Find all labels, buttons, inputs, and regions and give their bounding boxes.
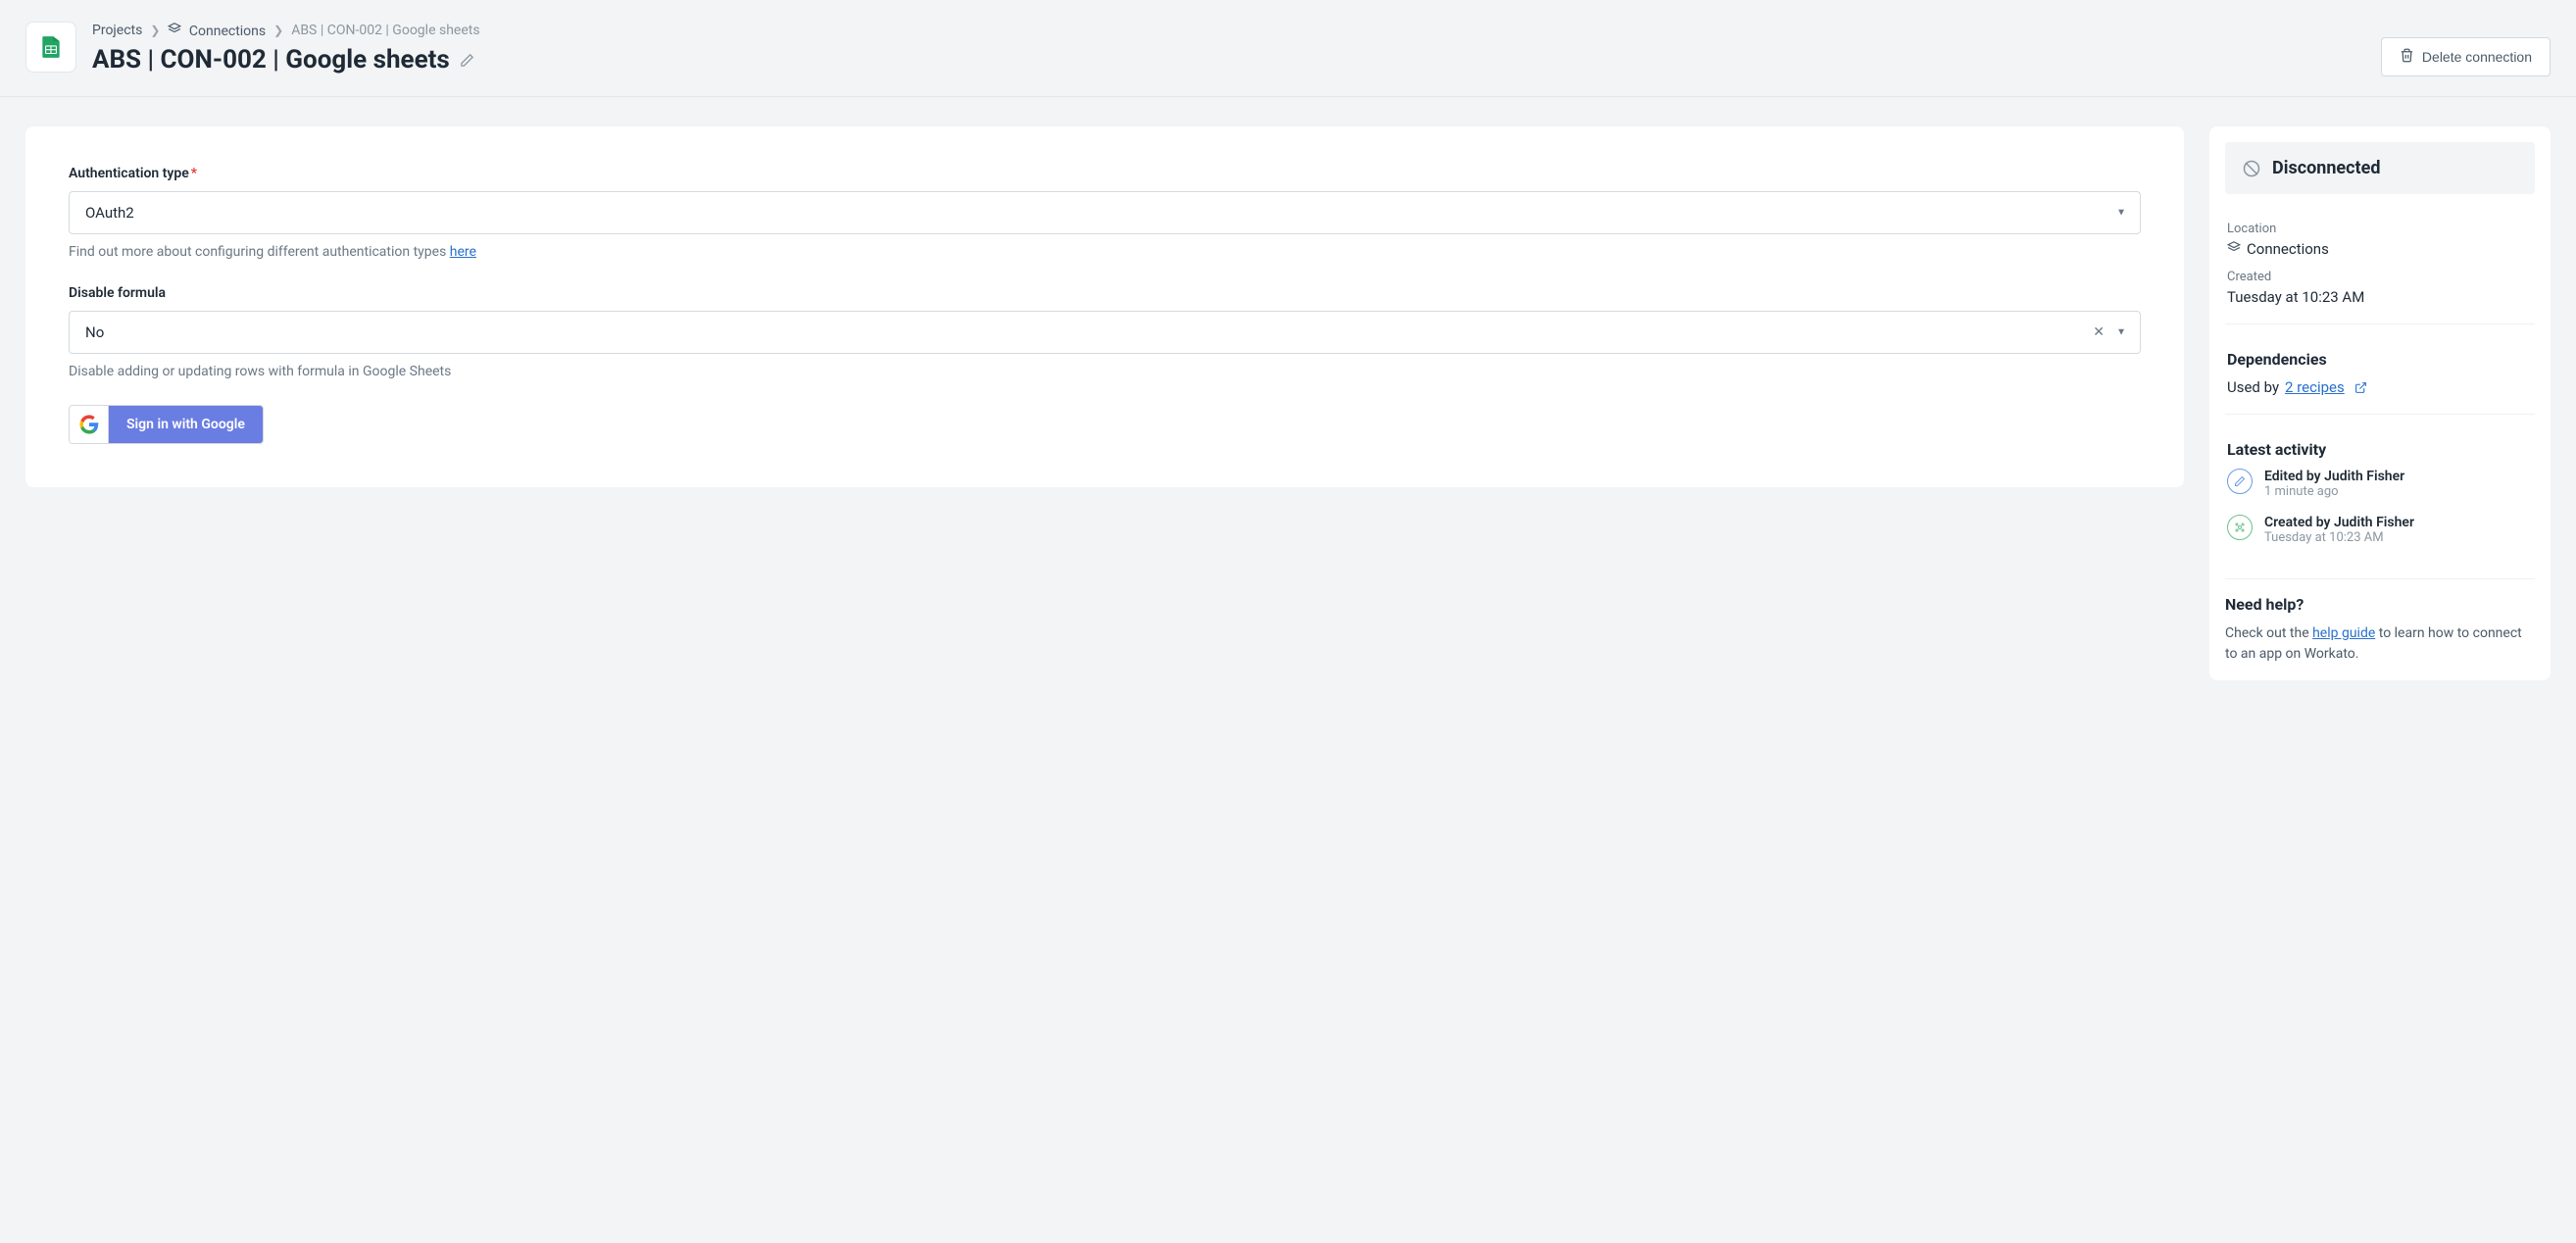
location-value: Connections: [2227, 240, 2533, 258]
details-sidebar: Disconnected Location Connections Create…: [2209, 126, 2551, 680]
help-guide-link[interactable]: help guide: [2312, 625, 2375, 641]
google-logo-icon: [70, 406, 109, 443]
auth-type-help-link[interactable]: here: [450, 244, 476, 260]
chevron-down-icon: ▼: [2116, 327, 2126, 338]
breadcrumb-current: ABS | CON-002 | Google sheets: [291, 23, 479, 38]
disable-formula-select[interactable]: No ✕ ▼: [69, 311, 2141, 354]
disable-formula-help: Disable adding or updating rows with for…: [69, 364, 2141, 379]
google-sheets-icon: [25, 22, 76, 73]
auth-type-select[interactable]: OAuth2 ▼: [69, 191, 2141, 234]
activity-heading: Latest activity: [2227, 440, 2533, 459]
create-activity-icon: [2227, 515, 2253, 540]
need-help-text: Check out the help guide to learn how to…: [2225, 623, 2535, 665]
location-label: Location: [2227, 222, 2533, 236]
stack-icon: [2227, 240, 2241, 258]
dependencies-value: Used by 2 recipes: [2227, 378, 2533, 396]
need-help-heading: Need help?: [2225, 595, 2535, 614]
chevron-down-icon: ▼: [2116, 208, 2126, 219]
created-value: Tuesday at 10:23 AM: [2227, 288, 2533, 306]
edit-title-icon[interactable]: [460, 53, 474, 68]
dependencies-heading: Dependencies: [2227, 350, 2533, 369]
breadcrumb: Projects ❯ Connections ❯ ABS | CON-002 |…: [92, 22, 480, 39]
trash-icon: [2400, 48, 2414, 66]
breadcrumb-projects[interactable]: Projects: [92, 23, 142, 38]
edit-activity-icon: [2227, 469, 2253, 494]
clear-icon[interactable]: ✕: [2093, 324, 2105, 340]
page-header: Projects ❯ Connections ❯ ABS | CON-002 |…: [0, 0, 2576, 97]
stack-icon: [168, 22, 181, 35]
delete-connection-button[interactable]: Delete connection: [2381, 37, 2551, 76]
page-title: ABS | CON-002 | Google sheets: [92, 45, 450, 75]
auth-type-label: Authentication type*: [69, 166, 2141, 181]
connection-form-card: Authentication type* OAuth2 ▼ Find out m…: [25, 126, 2184, 487]
sign-in-with-google-button[interactable]: Sign in with Google: [69, 405, 264, 444]
recipes-link[interactable]: 2 recipes: [2285, 378, 2345, 396]
disable-formula-label: Disable formula: [69, 285, 2141, 301]
created-label: Created: [2227, 270, 2533, 284]
activity-item: Created by Judith Fisher Tuesday at 10:2…: [2227, 515, 2533, 545]
activity-item: Edited by Judith Fisher 1 minute ago: [2227, 469, 2533, 499]
external-link-icon: [2354, 381, 2367, 394]
auth-type-help: Find out more about configuring differen…: [69, 244, 2141, 260]
chevron-right-icon: ❯: [273, 24, 283, 37]
chevron-right-icon: ❯: [150, 24, 160, 37]
connection-status: Disconnected: [2225, 142, 2535, 194]
disconnected-icon: [2243, 160, 2260, 177]
breadcrumb-connections[interactable]: Connections: [168, 22, 266, 39]
